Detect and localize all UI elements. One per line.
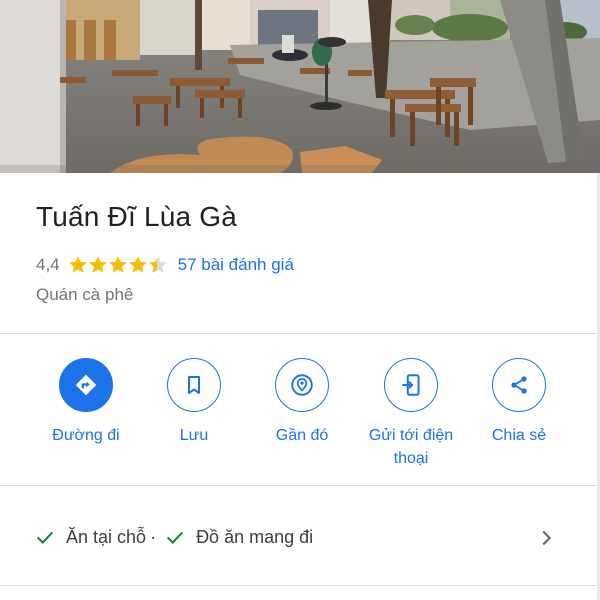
divider: [0, 485, 597, 486]
rating-row: 4,4 57 bài đánh giá: [36, 253, 294, 277]
service-option-dine-in: Ăn tại chỗ: [66, 526, 147, 547]
divider: [0, 585, 597, 586]
place-category[interactable]: Quán cà phê: [36, 285, 133, 305]
save-label: Lưu: [179, 427, 209, 444]
share-label: Chia sẻ: [491, 427, 547, 444]
directions-icon: [75, 374, 97, 396]
send-to-phone-label: Gửi tới điện thoại: [368, 427, 454, 467]
send-to-phone-button[interactable]: Gửi tới điện thoại: [361, 358, 461, 470]
nearby-label: Gần đó: [275, 427, 329, 444]
place-title: Tuấn Đĩ Lùa Gà: [36, 201, 237, 232]
directions-button[interactable]: Đường đi: [36, 358, 136, 447]
save-button[interactable]: Lưu: [144, 358, 244, 447]
star-rating-icon: [68, 256, 167, 273]
divider: [0, 333, 597, 334]
share-icon: [511, 376, 527, 394]
nearby-icon: [291, 374, 313, 396]
directions-label: Đường đi: [52, 427, 120, 444]
send-to-phone-icon: [402, 374, 420, 396]
action-buttons: Đường đi Lưu Gần đó Gửi tới điện thoại C…: [0, 358, 597, 478]
nearby-button[interactable]: Gần đó: [252, 358, 352, 447]
service-separator: ·: [150, 526, 157, 547]
check-icon: [167, 531, 184, 544]
bookmark-icon: [188, 376, 200, 394]
rating-stars: [68, 255, 170, 275]
check-icon: [36, 531, 54, 544]
chevron-right-icon[interactable]: [535, 527, 557, 549]
service-option-takeaway: Đồ ăn mang đi: [196, 526, 314, 547]
place-photo[interactable]: [0, 0, 600, 173]
reviews-link[interactable]: 57 bài đánh giá: [178, 255, 294, 275]
service-options: Ăn tại chỗ · Đồ ăn mang đi: [34, 526, 313, 548]
share-button[interactable]: Chia sẻ: [469, 358, 569, 447]
rating-value: 4,4: [36, 255, 60, 274]
place-info-panel: Tuấn Đĩ Lùa Gà 4,4 57 bài đánh giá Quán …: [0, 173, 600, 600]
service-options-row[interactable]: Ăn tại chỗ · Đồ ăn mang đi: [0, 503, 597, 573]
